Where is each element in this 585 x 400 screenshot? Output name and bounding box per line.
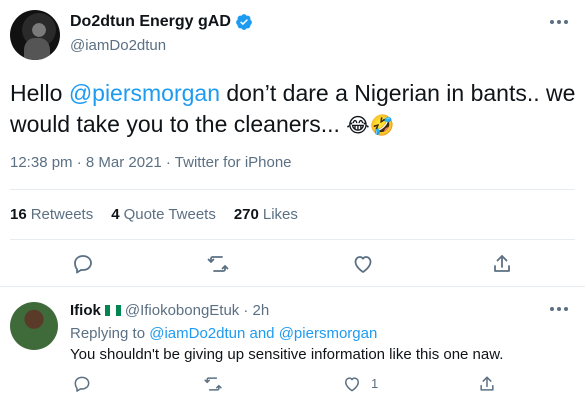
reply-icon[interactable] bbox=[72, 374, 92, 394]
retweet-icon[interactable] bbox=[206, 252, 230, 276]
replying-mention-2[interactable]: @piersmorgan bbox=[279, 325, 378, 342]
nigeria-flag-icon bbox=[104, 305, 121, 316]
like-icon[interactable] bbox=[342, 374, 362, 394]
reply-handle[interactable]: @IfiokobongEtuk bbox=[125, 302, 239, 319]
reply-avatar[interactable] bbox=[10, 302, 58, 350]
reply-actions: 1 bbox=[0, 374, 585, 398]
likes-label: Likes bbox=[262, 206, 298, 223]
replying-prefix: Replying to bbox=[70, 325, 150, 342]
share-icon[interactable] bbox=[477, 374, 497, 394]
author-name-row: Do2dtun Energy gAD bbox=[70, 13, 253, 31]
reply-text: You shouldn't be giving up sensitive inf… bbox=[70, 346, 504, 363]
more-options-icon[interactable] bbox=[547, 299, 571, 319]
verified-badge-icon bbox=[236, 14, 252, 30]
tweet-text: Hello @piersmorgan don’t dare a Nigerian… bbox=[10, 78, 580, 142]
tweet-timestamp[interactable]: 12:38 pm · 8 Mar 2021 · Twitter for iPho… bbox=[10, 154, 292, 171]
avatar[interactable] bbox=[10, 10, 60, 60]
divider bbox=[10, 239, 575, 240]
retweet-icon[interactable] bbox=[203, 374, 223, 394]
reply-time[interactable]: · 2h bbox=[243, 302, 269, 319]
engagement-stats: 16 Retweets 4 Quote Tweets 270 Likes bbox=[10, 206, 298, 223]
likes-count: 270 bbox=[233, 206, 259, 223]
retweets-stat[interactable]: 16 Retweets bbox=[10, 206, 93, 223]
retweets-count: 16 bbox=[10, 206, 27, 223]
replying-mention-1[interactable]: @iamDo2dtun bbox=[149, 325, 245, 342]
likes-stat[interactable]: 270 Likes bbox=[234, 206, 298, 223]
quote-tweets-count: 4 bbox=[111, 206, 120, 223]
reply-tweet[interactable]: Ifiok @IfiokobongEtuk · 2h Replying to @… bbox=[0, 295, 585, 400]
tweet-text-start: Hello bbox=[10, 80, 69, 106]
retweets-label: Retweets bbox=[30, 206, 94, 223]
reply-display-name[interactable]: Ifiok bbox=[70, 302, 101, 319]
more-options-icon[interactable] bbox=[547, 12, 571, 32]
tweet-actions bbox=[0, 250, 585, 280]
replying-to: Replying to @iamDo2dtun and @piersmorgan bbox=[70, 325, 377, 342]
divider bbox=[0, 286, 585, 287]
quote-tweets-stat[interactable]: 4 Quote Tweets bbox=[111, 206, 216, 223]
author-handle[interactable]: @iamDo2dtun bbox=[70, 37, 166, 54]
reply-icon[interactable] bbox=[71, 252, 95, 276]
reply-like-count: 1 bbox=[371, 376, 379, 391]
share-icon[interactable] bbox=[490, 252, 514, 276]
replying-and: and bbox=[245, 325, 279, 342]
quote-tweets-label: Quote Tweets bbox=[123, 206, 216, 223]
author-display-name[interactable]: Do2dtun Energy gAD bbox=[70, 13, 231, 31]
tweet-emojis: 😂🤣 bbox=[346, 115, 395, 137]
like-icon[interactable] bbox=[351, 252, 375, 276]
reply-header: Ifiok @IfiokobongEtuk · 2h bbox=[70, 302, 269, 319]
divider bbox=[10, 189, 575, 190]
mention-link[interactable]: @piersmorgan bbox=[69, 80, 220, 106]
